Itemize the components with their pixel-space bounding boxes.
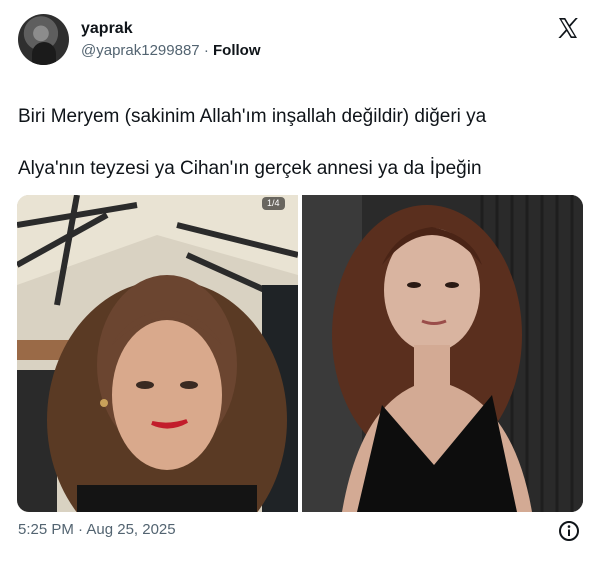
media-counter: 1/4	[262, 197, 285, 210]
photo-right[interactable]	[302, 195, 583, 512]
tweet-line: Alya'nın teyzesi ya Cihan'ın gerçek anne…	[18, 158, 482, 179]
author-name[interactable]: yaprak	[81, 20, 133, 38]
photo-right-image	[302, 195, 583, 512]
media-grid: 1/4	[17, 195, 583, 512]
photo-left-image	[17, 195, 298, 512]
tweet-header: yaprak @yaprak1299887 · Follow	[18, 12, 582, 66]
tweet-timestamp[interactable]: 5:25 PM · Aug 25, 2025	[18, 521, 176, 538]
avatar[interactable]	[18, 14, 69, 65]
author-handle-row: @yaprak1299887 · Follow	[81, 42, 261, 59]
tweet-line: Biri Meryem (sakinim Allah'ım inşallah d…	[18, 106, 487, 127]
x-logo-icon[interactable]	[556, 16, 580, 40]
photo-left[interactable]: 1/4	[17, 195, 298, 512]
separator-dot: ·	[203, 42, 209, 59]
info-icon[interactable]	[558, 520, 580, 542]
follow-button[interactable]: Follow	[213, 42, 261, 59]
author-handle[interactable]: @yaprak1299887	[81, 42, 200, 59]
